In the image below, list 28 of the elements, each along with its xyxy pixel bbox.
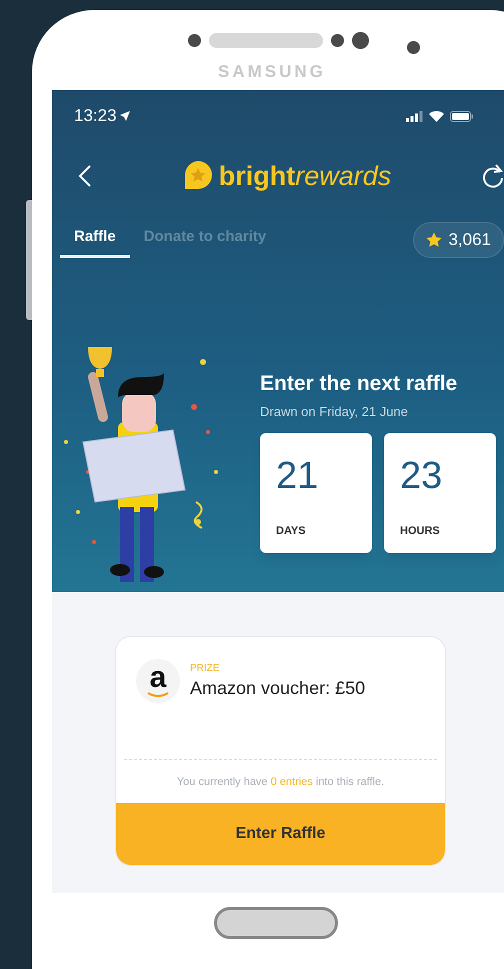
- sensor-dot: [407, 41, 420, 54]
- raffle-draw-date: Drawn on Friday, 21 June: [260, 404, 409, 419]
- camera-lens: [352, 32, 369, 49]
- refresh-icon[interactable]: [482, 163, 504, 189]
- signal-icon: [406, 110, 423, 122]
- star-icon: [426, 232, 442, 248]
- raffle-title: Enter the next raffle: [260, 372, 458, 396]
- countdown-unit: DAYS: [276, 525, 307, 537]
- entries-note: You currently have 0 entries into this raffle.: [176, 776, 386, 788]
- home-button[interactable]: [214, 907, 338, 939]
- sensor-dot: [188, 34, 201, 47]
- location-arrow-icon: [120, 111, 130, 121]
- countdown-unit: HOURS: [400, 525, 441, 537]
- app-logo: brightrewards: [182, 160, 392, 192]
- prize-name: Amazon voucher: £50: [190, 678, 366, 699]
- battery-icon: [450, 110, 474, 122]
- status-time: 13:23: [74, 106, 117, 126]
- countdown-value: 23: [400, 455, 444, 498]
- star-bubble-icon: [182, 160, 213, 192]
- enter-raffle-button[interactable]: Enter Raffle: [116, 803, 445, 865]
- tab[interactable]: Raffle: [60, 222, 130, 258]
- points-value: 3,061: [448, 230, 491, 250]
- back-icon[interactable]: [78, 164, 92, 188]
- prize-logo: a: [136, 659, 180, 703]
- prize-label: PRIZE: [190, 663, 220, 674]
- sensor-dot: [331, 34, 344, 47]
- wifi-icon: [429, 110, 444, 122]
- countdown-value: 21: [276, 455, 320, 498]
